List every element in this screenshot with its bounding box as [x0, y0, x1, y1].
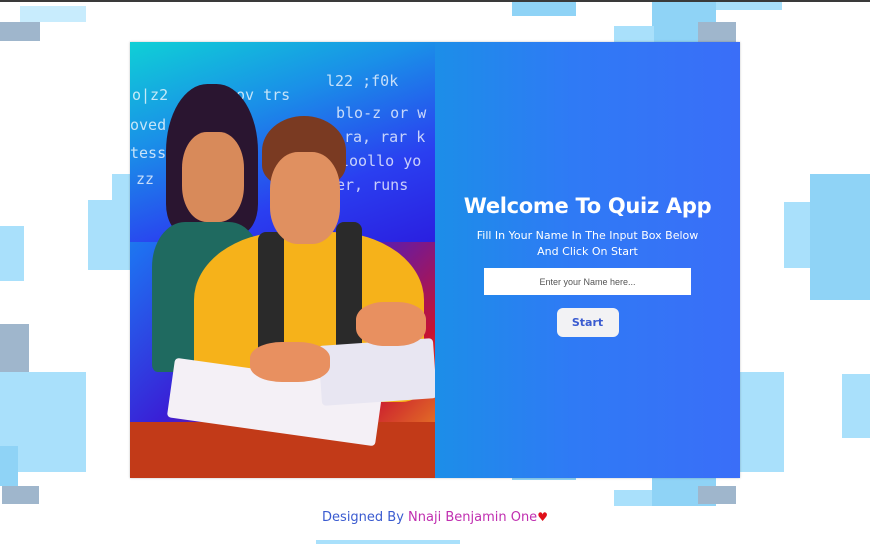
decor-square: [0, 22, 40, 41]
board-scribble: oved: [130, 116, 167, 134]
footer-credit: Designed By Nnaji Benjamin One♥: [0, 510, 870, 525]
welcome-card: o|z2 ov trs l22 ;f0k oved tess zz blo-z …: [130, 42, 740, 478]
students-hero-image: o|z2 ov trs l22 ;f0k oved tess zz blo-z …: [130, 42, 435, 478]
decor-square: [88, 200, 130, 270]
decor-square: [614, 26, 654, 42]
board-scribble: er, runs: [336, 176, 409, 194]
decor-square: [316, 540, 460, 544]
welcome-title: Welcome To Quiz App: [463, 194, 712, 218]
backpack-strap: [336, 222, 362, 362]
decor-square: [698, 22, 736, 42]
board-scribble: l22 ;f0k: [326, 72, 399, 90]
decor-square: [0, 226, 24, 281]
decor-square: [0, 446, 18, 486]
welcome-panel: Welcome To Quiz App Fill In Your Name In…: [435, 42, 740, 478]
heart-icon: ♥: [537, 510, 548, 524]
decor-square: [716, 2, 782, 10]
decor-square: [112, 174, 130, 202]
board-scribble: zz: [136, 170, 155, 188]
board-scribble: blo-z or w: [336, 104, 427, 122]
student-face: [182, 132, 244, 222]
start-button[interactable]: Start: [556, 308, 619, 337]
welcome-subtitle: Fill In Your Name In The Input Box Below…: [476, 229, 699, 258]
decor-square: [810, 174, 870, 300]
decor-square: [2, 486, 39, 504]
footer-author: Nnaji Benjamin One: [408, 510, 538, 525]
student-arm: [250, 342, 330, 382]
student-arm: [356, 302, 426, 346]
decor-square: [842, 374, 870, 438]
board-scribble: loollo yo: [340, 152, 422, 170]
footer-prefix: Designed By: [322, 510, 409, 525]
board-scribble: ra, rar k: [344, 128, 426, 146]
board-scribble: tess: [130, 144, 167, 162]
decor-square: [20, 6, 86, 22]
board-scribble: o|z2: [132, 86, 169, 104]
decor-square: [698, 486, 736, 504]
decor-square: [614, 490, 654, 506]
decor-square: [512, 2, 576, 16]
student-face: [270, 152, 340, 244]
decor-square: [740, 372, 784, 472]
name-input[interactable]: [484, 268, 691, 295]
notebook: [318, 338, 435, 406]
